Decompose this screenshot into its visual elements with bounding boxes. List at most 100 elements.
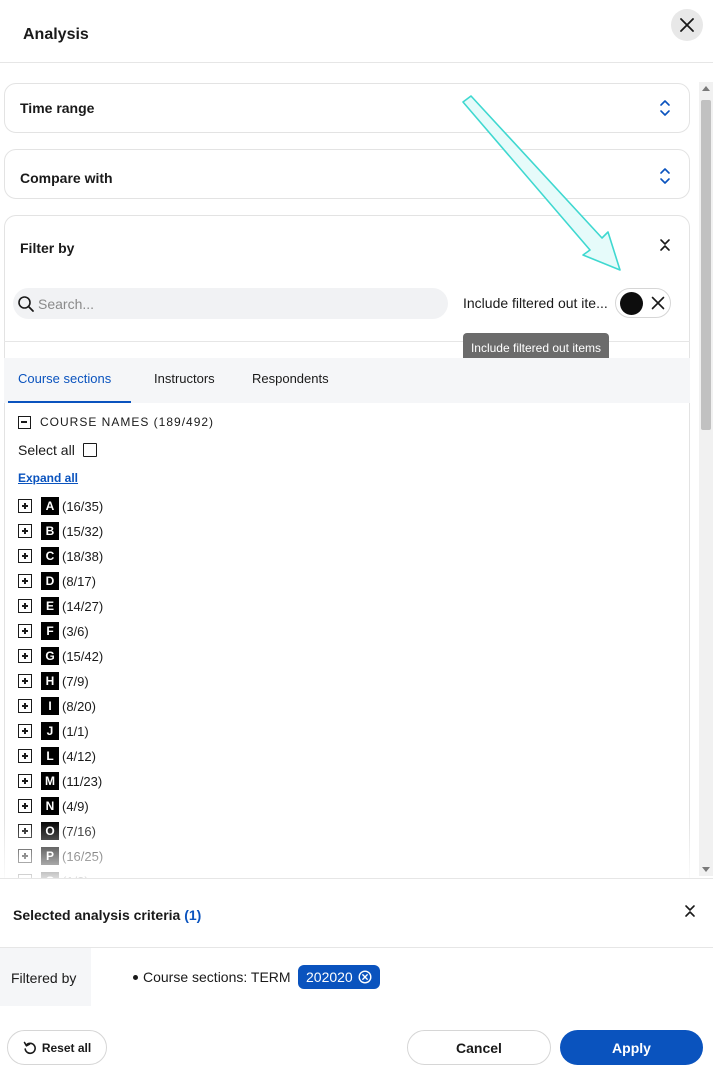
expand-box-icon[interactable] — [18, 599, 32, 613]
letter-count: (8/17) — [62, 573, 96, 589]
cancel-button[interactable]: Cancel — [407, 1030, 551, 1065]
letter-group-row[interactable]: F (3/6) — [18, 621, 89, 641]
filter-tabs: Course sections Instructors Respondents — [4, 358, 690, 403]
expand-box-icon[interactable] — [18, 574, 32, 588]
letter-count: (15/32) — [62, 523, 104, 539]
expand-box-icon[interactable] — [18, 524, 32, 538]
letter-group-row[interactable]: I (8/20) — [18, 696, 96, 716]
reset-all-button[interactable]: Reset all — [7, 1030, 107, 1065]
selected-criteria-label: Selected analysis criteria — [13, 907, 181, 923]
letter-badge: G — [41, 647, 59, 665]
course-names-heading-text: COURSE NAMES (189/492) — [40, 415, 215, 429]
expand-box-icon[interactable] — [18, 699, 32, 713]
letter-count: (1/1) — [62, 723, 89, 739]
letter-group-row[interactable]: P (16/25) — [18, 846, 103, 866]
expand-box-icon[interactable] — [18, 824, 32, 838]
compare-with-title: Compare with — [20, 170, 113, 186]
letter-group-row[interactable]: M (11/23) — [18, 771, 102, 791]
dialog-title: Analysis — [23, 26, 89, 43]
expand-box-icon[interactable] — [18, 849, 32, 863]
course-names-heading[interactable]: COURSE NAMES (189/492) — [18, 415, 214, 429]
selected-criteria-title: Selected analysis criteria (1) — [13, 907, 201, 923]
collapse-icon[interactable] — [684, 904, 696, 922]
letter-group-row[interactable]: N (4/9) — [18, 796, 89, 816]
scroll-up-arrow[interactable] — [702, 86, 710, 91]
select-all-label: Select all — [18, 442, 75, 458]
letter-count: (3/6) — [62, 623, 89, 639]
letter-badge: C — [41, 547, 59, 565]
filter-item-text: Course sections: TERM — [143, 969, 291, 985]
letter-badge: D — [41, 572, 59, 590]
expand-box-icon[interactable] — [18, 549, 32, 563]
expand-box-icon[interactable] — [18, 499, 32, 513]
letter-group-row[interactable]: O (7/16) — [18, 821, 96, 841]
letter-group-row[interactable]: J (1/1) — [18, 721, 89, 741]
time-range-section[interactable]: Time range — [4, 83, 690, 133]
letter-count: (11/23) — [62, 773, 103, 789]
letter-group-row[interactable]: L (4/12) — [18, 746, 96, 766]
scrollbar[interactable] — [699, 82, 713, 876]
expand-all-link[interactable]: Expand all — [18, 471, 78, 485]
letter-count: (18/38) — [62, 548, 104, 564]
off-x-icon — [651, 296, 665, 310]
letter-badge: A — [41, 497, 59, 515]
letter-badge: E — [41, 597, 59, 615]
tab-respondents[interactable]: Respondents — [252, 371, 329, 386]
include-filtered-toggle[interactable] — [615, 288, 671, 318]
filter-chip-value: 202020 — [306, 969, 353, 985]
letter-group-row[interactable]: G (15/42) — [18, 646, 103, 666]
reset-icon — [23, 1041, 36, 1054]
letter-count: (4/9) — [62, 798, 89, 814]
letter-group-row[interactable]: B (15/32) — [18, 521, 103, 541]
expand-collapse-icon — [660, 100, 670, 116]
letter-group-row[interactable]: C (18/38) — [18, 546, 103, 566]
tab-instructors[interactable]: Instructors — [154, 371, 215, 386]
filter-by-title[interactable]: Filter by — [20, 240, 74, 256]
letter-count: (7/16) — [62, 823, 96, 839]
letter-badge: O — [41, 822, 59, 840]
toggle-knob — [620, 292, 643, 315]
expand-box-icon[interactable] — [18, 799, 32, 813]
select-all-control[interactable]: Select all — [18, 442, 97, 458]
time-range-title: Time range — [20, 100, 95, 116]
include-filtered-label: Include filtered out ite... — [463, 295, 608, 311]
filter-value-chip[interactable]: 202020 — [298, 965, 380, 989]
dialog-header: Analysis — [0, 0, 713, 63]
close-icon — [680, 18, 694, 32]
letter-badge: M — [41, 772, 59, 790]
select-all-checkbox[interactable] — [82, 443, 97, 457]
letter-badge: J — [41, 722, 59, 740]
close-button[interactable] — [671, 9, 703, 41]
scrollbar-thumb[interactable] — [701, 100, 711, 430]
search-field — [13, 288, 448, 319]
expand-box-icon[interactable] — [18, 749, 32, 763]
letter-count: (14/27) — [62, 598, 104, 614]
remove-circle-icon[interactable] — [358, 970, 372, 984]
expand-box-icon[interactable] — [18, 674, 32, 688]
letter-group-row[interactable]: A (16/35) — [18, 496, 103, 516]
expand-box-icon[interactable] — [18, 724, 32, 738]
collapse-box-icon — [18, 415, 31, 429]
letter-count: (7/9) — [62, 673, 89, 689]
letter-count: (16/35) — [62, 498, 104, 514]
active-tab-indicator — [8, 401, 131, 403]
tab-course-sections[interactable]: Course sections — [18, 371, 111, 386]
selected-criteria-count: (1) — [184, 907, 202, 923]
expand-box-icon[interactable] — [18, 624, 32, 638]
letter-badge: P — [41, 847, 59, 865]
filter-item: Course sections: TERM — [133, 969, 291, 985]
apply-button[interactable]: Apply — [560, 1030, 703, 1065]
expand-box-icon[interactable] — [18, 649, 32, 663]
letter-count: (15/42) — [62, 648, 104, 664]
compare-with-section[interactable]: Compare with — [4, 149, 690, 199]
letter-group-row[interactable]: H (7/9) — [18, 671, 89, 691]
selected-criteria-bar[interactable]: Selected analysis criteria (1) — [0, 878, 713, 948]
scroll-down-arrow[interactable] — [702, 867, 710, 872]
letter-group-row[interactable]: E (14/27) — [18, 596, 103, 616]
letter-group-row[interactable]: D (8/17) — [18, 571, 96, 591]
expand-box-icon[interactable] — [18, 774, 32, 788]
search-input[interactable] — [38, 288, 438, 319]
letter-badge: F — [41, 622, 59, 640]
filtered-by-label: Filtered by — [11, 970, 77, 986]
collapse-icon[interactable] — [659, 238, 671, 256]
